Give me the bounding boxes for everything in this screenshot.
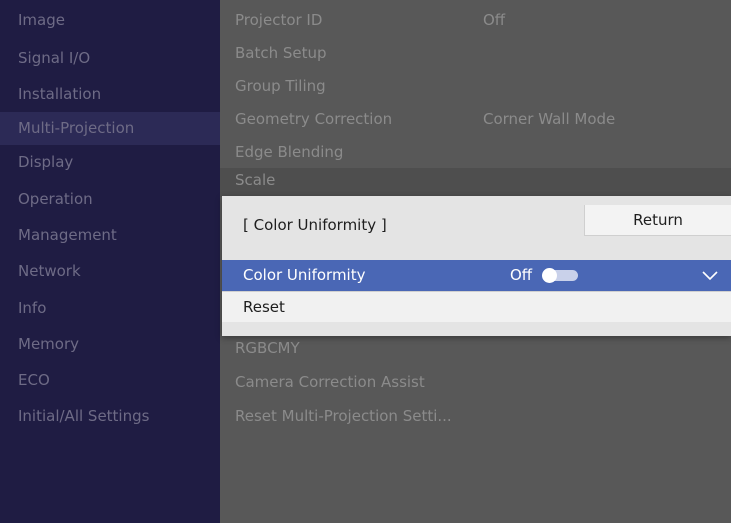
menu-item-group-tiling[interactable]: Group Tiling (220, 70, 731, 103)
menu-item-label: Edge Blending (235, 143, 344, 161)
menu-item-label: Scale (235, 171, 276, 189)
menu-item-label: Projector ID (235, 11, 323, 29)
sidebar: Image Signal I/O Installation Multi-Proj… (0, 0, 220, 523)
color-uniformity-value: Off (510, 266, 533, 284)
menu-item-rgbcmy[interactable]: RGBCMY (220, 332, 731, 365)
return-button[interactable]: Return (584, 205, 731, 236)
menu-item-geometry-correction[interactable]: Geometry Correction Corner Wall Mode (220, 103, 731, 136)
sidebar-item-image[interactable]: Image (0, 4, 220, 37)
chevron-down-icon[interactable] (700, 260, 720, 291)
sidebar-item-eco[interactable]: ECO (0, 364, 220, 397)
color-uniformity-row[interactable]: Color Uniformity Off (222, 260, 731, 291)
sidebar-item-installation[interactable]: Installation (0, 78, 220, 111)
sidebar-item-info[interactable]: Info (0, 292, 220, 325)
sidebar-item-initial-all-settings[interactable]: Initial/All Settings (0, 400, 220, 433)
dialog-title: [ Color Uniformity ] (243, 216, 387, 234)
reset-row[interactable]: Reset (222, 291, 731, 322)
sidebar-item-network[interactable]: Network (0, 255, 220, 288)
menu-item-scale[interactable]: Scale (220, 168, 731, 197)
menu-item-label: Reset Multi-Projection Setti... (235, 407, 452, 425)
reset-label: Reset (243, 298, 285, 316)
menu-item-label: Camera Correction Assist (235, 373, 425, 391)
sidebar-item-multi-projection[interactable]: Multi-Projection (0, 112, 220, 145)
toggle-knob (542, 268, 557, 283)
menu-item-edge-blending[interactable]: Edge Blending (220, 136, 731, 169)
menu-item-camera-correction-assist[interactable]: Camera Correction Assist (220, 366, 731, 399)
menu-item-label: RGBCMY (235, 339, 300, 357)
sidebar-item-signal-io[interactable]: Signal I/O (0, 42, 220, 75)
menu-item-value: Off (483, 11, 506, 29)
sidebar-item-display[interactable]: Display (0, 146, 220, 179)
menu-item-label: Geometry Correction (235, 110, 393, 128)
menu-item-label: Batch Setup (235, 44, 327, 62)
menu-item-label: Group Tiling (235, 77, 326, 95)
sidebar-item-management[interactable]: Management (0, 219, 220, 252)
sidebar-item-memory[interactable]: Memory (0, 328, 220, 361)
menu-item-batch-setup[interactable]: Batch Setup (220, 37, 731, 70)
color-uniformity-dialog: [ Color Uniformity ] Return Color Unifor… (222, 196, 731, 336)
color-uniformity-toggle[interactable] (542, 268, 578, 283)
color-uniformity-label: Color Uniformity (243, 266, 366, 284)
menu-item-value: Corner Wall Mode (483, 110, 616, 128)
sidebar-item-operation[interactable]: Operation (0, 183, 220, 216)
menu-item-reset-multi-projection[interactable]: Reset Multi-Projection Setti... (220, 400, 731, 433)
menu-item-projector-id[interactable]: Projector ID Off (220, 4, 731, 37)
